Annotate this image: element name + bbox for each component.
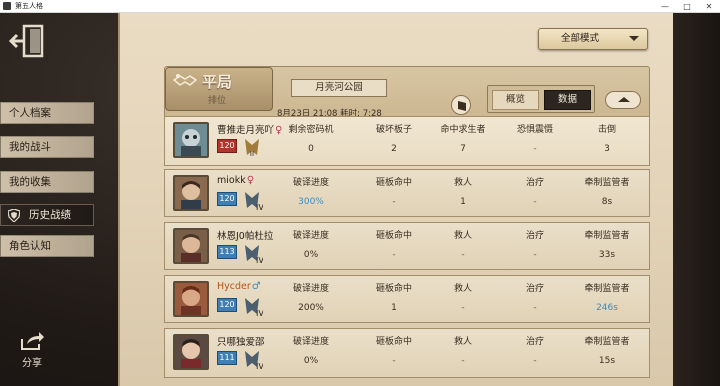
stat-pallet-hits: 砸板命中 - xyxy=(375,178,412,207)
window-controls: — □ ✕ xyxy=(654,0,720,13)
avatar xyxy=(173,122,209,158)
stat-heals: 治疗 - xyxy=(525,231,544,260)
sidebar-item-label: 历史战绩 xyxy=(29,209,71,221)
result-badge: 平局 排位 xyxy=(165,67,273,111)
share-label: 分享 xyxy=(22,358,42,369)
male-icon: ♂ xyxy=(251,281,261,292)
app-icon xyxy=(3,2,11,10)
stat-pallet-hits: 砸板命中 1 xyxy=(375,284,412,313)
survivor-row[interactable]: 只哪独爱邵 111 IV 破译进度 0% 砸板命中 - 救人 - 治疗 - 牵制监管者 1… xyxy=(164,328,650,378)
level-badge: 111 xyxy=(217,351,237,365)
svg-text:IV: IV xyxy=(256,309,263,318)
tab-overview[interactable]: 概览 xyxy=(492,90,539,110)
view-tabs: 概览 数据 xyxy=(487,85,595,113)
maximize-button[interactable]: □ xyxy=(676,0,698,13)
mode-select-value: 全部模式 xyxy=(561,33,600,44)
stat-rescues: 救人 - xyxy=(453,284,472,313)
stat-pallet-hits: 砸板命中 - xyxy=(375,337,412,366)
stat-remaining-ciphers: 剩余密码机 0 xyxy=(288,125,334,154)
stat-pallet-hits: 砸板命中 - xyxy=(375,231,412,260)
mode-select[interactable]: 全部模式 xyxy=(538,28,648,50)
handshake-icon xyxy=(172,74,198,86)
survivor-row[interactable]: 林恩J0帕杜拉 113 IV 破译进度 0% 砸板命中 - 救人 - 治疗 - 牵制监管… xyxy=(164,222,650,270)
tab-data[interactable]: 数据 xyxy=(544,90,591,110)
sidebar-item-history[interactable]: 历史战绩 xyxy=(0,204,94,226)
level-badge: 120 xyxy=(217,298,237,312)
rank-icon: IV xyxy=(245,245,263,265)
game-screen: 个人档案 我的战斗 我的收集 历史战绩 角色认知 分享 全部模式 平局 排位 月… xyxy=(0,13,720,386)
sidebar-item-character-knowledge[interactable]: 角色认知 xyxy=(0,235,94,257)
player-name: miokk♀ xyxy=(217,175,255,186)
svg-text:IV: IV xyxy=(256,256,263,265)
window-titlebar: 第五人格 — □ ✕ xyxy=(0,0,720,13)
minimize-button[interactable]: — xyxy=(654,0,676,13)
sidebar-item-label: 我的收集 xyxy=(9,176,51,188)
svg-text:II: II xyxy=(250,150,254,158)
rank-icon: II xyxy=(245,139,259,158)
female-icon: ♀ xyxy=(246,175,255,186)
sidebar-item-label: 我的战斗 xyxy=(9,141,51,153)
player-name: Hycder♂ xyxy=(217,281,261,292)
stat-kite-time: 牵制监管者 8s xyxy=(584,178,630,207)
player-name: 曹推走月亮吖♀ xyxy=(217,125,283,136)
stat-decode-progress: 破译进度 0% xyxy=(292,231,329,260)
stat-heals: 治疗 - xyxy=(525,178,544,207)
stat-kite-time: 牵制监管者 246s xyxy=(584,284,630,313)
avatar xyxy=(173,334,209,370)
level-badge: 120 xyxy=(217,139,237,153)
sidebar-item-label: 角色认知 xyxy=(9,240,51,252)
map-name: 月亮河公园 xyxy=(291,79,387,97)
rank-icon: IV xyxy=(245,192,263,212)
stat-rescues: 救人 1 xyxy=(453,178,472,207)
shield-icon xyxy=(8,209,20,222)
sidebar-item-label: 个人档案 xyxy=(9,107,51,119)
sidebar-item-profile[interactable]: 个人档案 xyxy=(0,102,94,124)
svg-text:IV: IV xyxy=(256,203,263,212)
result-subtitle: 排位 xyxy=(208,96,227,106)
level-badge: 113 xyxy=(217,245,237,259)
hunter-row[interactable]: 曹推走月亮吖♀ 120 II 剩余密码机 0 破坏板子 2 命中求生者 7 恐惧震慑 -… xyxy=(164,116,650,166)
survivor-row[interactable]: Hycder♂ 120 IV 破译进度 200% 砸板命中 1 救人 - 治疗 - 牵制… xyxy=(164,275,650,323)
share-button[interactable]: 分享 xyxy=(14,331,50,369)
survivor-row[interactable]: miokk♀ 120 IV 破译进度 300% 砸板命中 - 救人 1 治疗 - 牵制监… xyxy=(164,169,650,217)
collapse-button[interactable] xyxy=(605,91,641,109)
player-name: 只哪独爱邵 xyxy=(217,337,265,348)
stat-rescues: 救人 - xyxy=(453,337,472,366)
avatar xyxy=(173,228,209,264)
stat-decode-progress: 破译进度 300% xyxy=(292,178,329,207)
player-name: 林恩J0帕杜拉 xyxy=(217,231,274,242)
level-badge: 120 xyxy=(217,192,237,206)
svg-text:IV: IV xyxy=(256,362,263,371)
avatar xyxy=(173,175,209,211)
sidebar-item-my-collection[interactable]: 我的收集 xyxy=(0,171,94,193)
sidebar-item-my-battles[interactable]: 我的战斗 xyxy=(0,136,94,158)
stat-heals: 治疗 - xyxy=(525,284,544,313)
rank-icon: IV xyxy=(245,351,263,371)
avatar xyxy=(173,281,209,317)
share-icon xyxy=(21,332,44,350)
stat-kite-time: 牵制监管者 33s xyxy=(584,231,630,260)
stat-heals: 治疗 - xyxy=(525,337,544,366)
exit-door-icon[interactable] xyxy=(8,23,46,59)
stat-decode-progress: 破译进度 0% xyxy=(292,337,329,366)
match-header: 平局 排位 月亮河公园 8月23日 21:08 耗时: 7:28 概览 数据 xyxy=(164,66,650,122)
window-title: 第五人格 xyxy=(15,1,43,10)
chevron-up-icon xyxy=(618,97,630,102)
stat-kite-time: 牵制监管者 15s xyxy=(584,337,630,366)
report-button[interactable] xyxy=(451,95,471,115)
close-button[interactable]: ✕ xyxy=(698,0,720,13)
stat-pallets-broken: 破坏板子 2 xyxy=(375,125,412,154)
result-title: 平局 xyxy=(202,73,233,91)
stat-knockdowns: 击倒 3 xyxy=(597,125,616,154)
panel-edge xyxy=(673,13,720,386)
stat-decode-progress: 破译进度 200% xyxy=(292,284,329,313)
rank-icon: IV xyxy=(245,298,263,318)
stat-rescues: 救人 - xyxy=(453,231,472,260)
book-icon xyxy=(458,101,466,111)
stat-terror-shock: 恐惧震慑 - xyxy=(516,125,553,154)
chevron-down-icon xyxy=(629,36,639,41)
stat-hits: 命中求生者 7 xyxy=(440,125,486,154)
